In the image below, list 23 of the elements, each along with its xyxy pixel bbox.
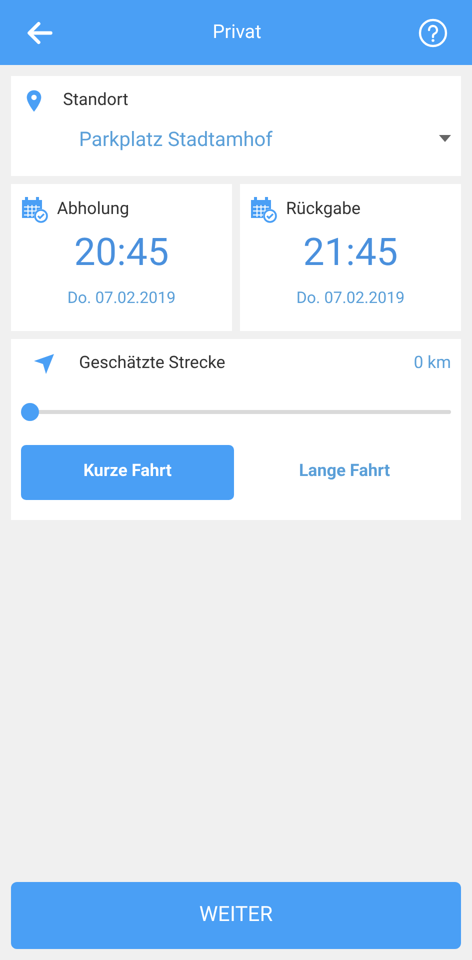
time-card[interactable]: Abholung 20:45 Do. 07.02.2019 xyxy=(11,184,232,331)
distance-reading: 0 km xyxy=(414,352,451,375)
calendar-check-icon xyxy=(21,196,49,224)
location-pin-icon xyxy=(25,88,43,113)
location-dropdown[interactable]: Parkplatz Stadtamhof xyxy=(79,124,451,154)
time-value: 21:45 xyxy=(303,234,398,272)
distance-slider[interactable] xyxy=(21,402,451,420)
distance-label: Geschätzte Strecke xyxy=(79,352,226,375)
next-button[interactable]: WEITER xyxy=(11,882,461,949)
date-value: Do. 07.02.2019 xyxy=(67,287,176,309)
slider-thumb[interactable] xyxy=(21,402,39,420)
screen-title: Privat xyxy=(212,19,262,46)
time-card[interactable]: Rückgabe 21:45 Do. 07.02.2019 xyxy=(240,184,461,331)
dropdown-caret-icon xyxy=(439,135,451,142)
calendar-check-icon xyxy=(250,196,278,224)
trip-type-tab[interactable]: Kurze Fahrt xyxy=(21,444,234,500)
time-label: Rückgabe xyxy=(286,198,361,222)
help-icon[interactable] xyxy=(418,18,448,48)
time-label: Abholung xyxy=(57,198,130,222)
date-value: Do. 07.02.2019 xyxy=(296,287,405,309)
location-label: Standort xyxy=(63,89,128,112)
navigation-arrow-icon xyxy=(33,352,55,375)
time-value: 20:45 xyxy=(74,234,169,272)
